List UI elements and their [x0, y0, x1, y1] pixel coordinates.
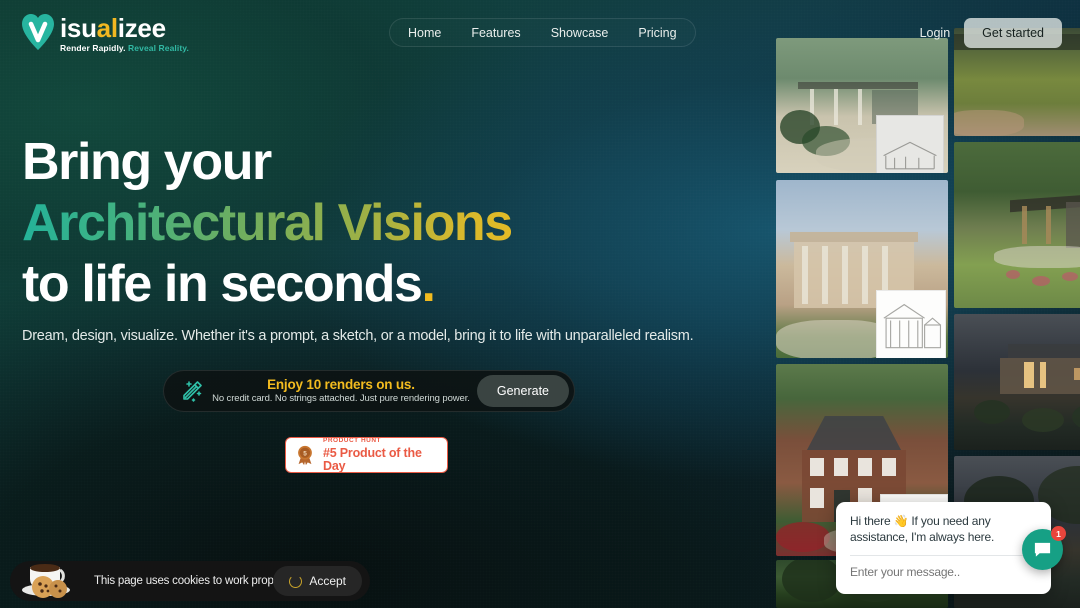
sketch-overlay-mansion-sketch — [876, 290, 946, 358]
v-heart-icon — [22, 14, 54, 50]
column-shape — [858, 89, 862, 125]
roof-shape — [806, 416, 902, 450]
path-shape — [954, 110, 1024, 136]
headline-line-2: Architectural Visions — [22, 193, 693, 254]
hero-subtitle: Dream, design, visualize. Whether it's a… — [22, 328, 694, 344]
gallery-item-night-hillside-villa[interactable] — [954, 314, 1080, 450]
chat-greeting: Hi there 👋 If you need any assistance, I… — [850, 514, 995, 544]
window-shape — [858, 458, 872, 476]
sketch-overlay-pavilion-sketch — [876, 115, 944, 173]
tagline-primary: Render Rapidly. — [60, 43, 126, 53]
window-shape — [882, 458, 896, 476]
banner-copy: Enjoy 10 renders on us. No credit card. … — [205, 376, 477, 405]
column-shape — [862, 246, 868, 304]
product-hunt-label: PRODUCT HUNT — [323, 436, 381, 444]
cookie-accept-label: Accept — [309, 574, 346, 588]
headline-period: . — [421, 255, 436, 313]
chat-unread-badge: 1 — [1051, 526, 1066, 541]
gallery-item-classical-mansion[interactable] — [776, 180, 948, 358]
cookies-coffee-icon — [22, 564, 70, 598]
hero-section: Bring your Architectural Visions to life… — [22, 132, 694, 344]
flowerbed-shape — [1062, 272, 1078, 281]
window-shape — [810, 458, 824, 476]
brand-word-part2: izee — [117, 13, 166, 43]
window-glow-shape — [1024, 362, 1034, 388]
window-shape — [834, 458, 848, 476]
loading-spinner-icon — [289, 574, 303, 588]
tagline-secondary: Reveal Reality. — [128, 43, 189, 53]
flowerbed-shape — [1006, 270, 1020, 279]
product-hunt-text: PRODUCT HUNT #5 Product of the Day — [323, 436, 439, 473]
product-hunt-rank: #5 Product of the Day — [323, 446, 422, 473]
site-header: isualizee Render Rapidly. Reveal Reality… — [0, 0, 1080, 64]
chat-bubble-icon — [1034, 542, 1051, 557]
path-shape — [994, 246, 1080, 268]
window-shape — [810, 488, 824, 508]
medal-icon: 5 — [298, 445, 312, 466]
column-shape — [834, 89, 838, 125]
foliage-shape — [782, 560, 842, 602]
column-shape — [1046, 206, 1051, 244]
brand-wordmark: isualizee — [60, 15, 189, 41]
nav-item-features[interactable]: Features — [459, 21, 532, 45]
flowerbed-shape — [1032, 276, 1050, 286]
roof-shape — [798, 82, 918, 89]
column-shape — [802, 246, 808, 304]
gallery-item-modern-glass-house[interactable] — [954, 142, 1080, 308]
free-renders-banner: Enjoy 10 renders on us. No credit card. … — [163, 370, 575, 412]
product-hunt-badge[interactable]: 5 PRODUCT HUNT #5 Product of the Day — [285, 437, 448, 473]
main-navigation: Home Features Showcase Pricing — [389, 18, 696, 47]
banner-title: Enjoy 10 renders on us. — [267, 376, 415, 392]
brand-word-accent1: a — [96, 13, 111, 43]
page-background: isualizee Render Rapidly. Reveal Reality… — [0, 0, 1080, 608]
cookie-consent-banner: This page uses cookies to work properly.… — [10, 561, 370, 601]
foliage-shape — [776, 522, 830, 552]
building-shape — [1008, 344, 1080, 358]
magic-wand-icon — [183, 381, 202, 402]
nav-item-pricing[interactable]: Pricing — [626, 21, 688, 45]
foliage-shape — [1022, 408, 1064, 432]
column-shape — [842, 246, 848, 304]
chat-divider — [850, 554, 1037, 556]
headline-line-3: to life in seconds. — [22, 254, 693, 315]
cookie-accept-button[interactable]: Accept — [273, 566, 362, 596]
column-shape — [1022, 206, 1027, 244]
nav-item-showcase[interactable]: Showcase — [539, 21, 621, 45]
brand-tagline: Render Rapidly. Reveal Reality. — [60, 44, 189, 53]
brand-word-part1: isu — [60, 13, 97, 43]
chat-widget-card: Hi there 👋 If you need any assistance, I… — [836, 502, 1051, 594]
nav-item-home[interactable]: Home — [396, 21, 453, 45]
svg-text:5: 5 — [303, 451, 307, 458]
cookie-message: This page uses cookies to work properly. — [94, 575, 294, 587]
chat-message-input[interactable] — [850, 564, 1037, 579]
foliage-shape — [974, 400, 1010, 424]
generate-button[interactable]: Generate — [476, 375, 569, 407]
foliage-shape — [1072, 404, 1080, 430]
banner-note: No credit card. No strings attached. Jus… — [212, 393, 470, 405]
building-shape — [1066, 202, 1080, 248]
pediment-shape — [790, 232, 918, 242]
window-glow-shape — [1074, 368, 1080, 380]
get-started-button[interactable]: Get started — [964, 18, 1062, 48]
brand-logo[interactable]: isualizee Render Rapidly. Reveal Reality… — [20, 12, 189, 53]
column-shape — [822, 246, 828, 304]
window-glow-shape — [1040, 362, 1046, 388]
auth-actions: Login Get started — [920, 18, 1062, 48]
login-link[interactable]: Login — [920, 26, 951, 40]
brand-word-accent2: l — [110, 13, 118, 43]
headline-line-1: Bring your — [22, 133, 272, 191]
headline-line-3-text: to life in seconds — [22, 255, 423, 313]
